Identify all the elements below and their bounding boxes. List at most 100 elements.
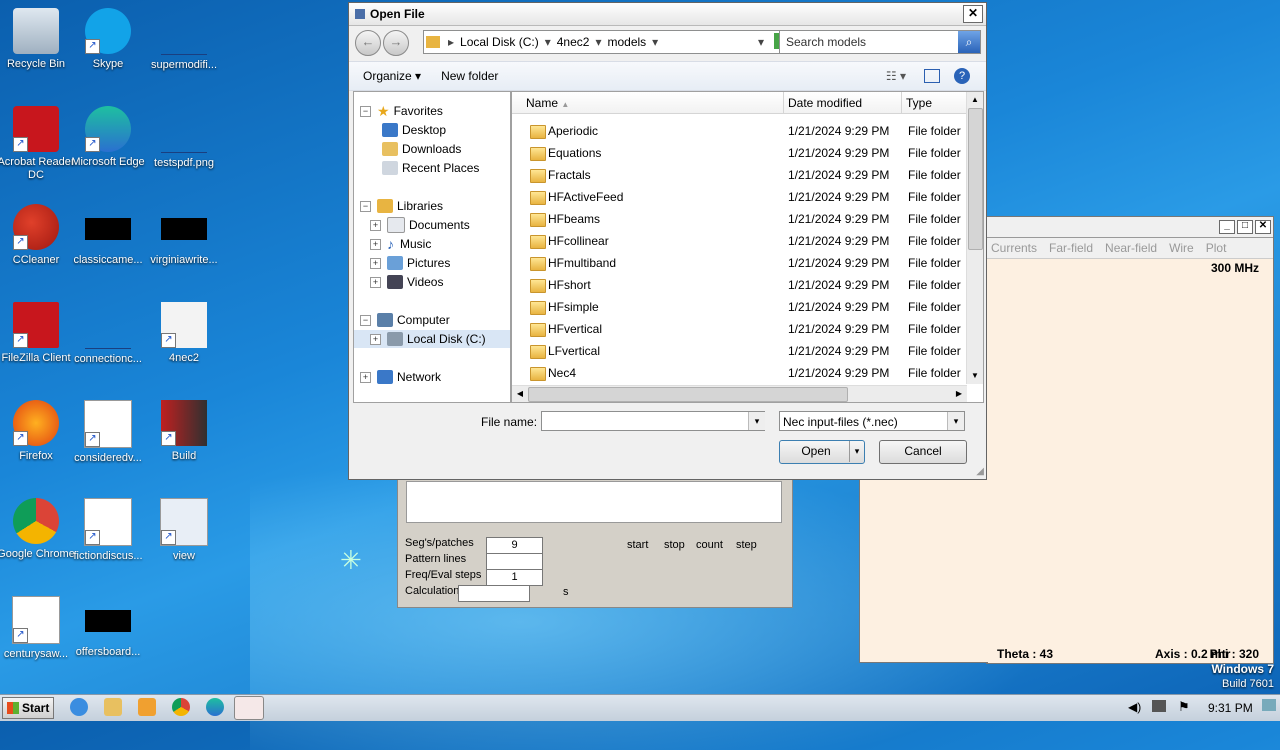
tray-speaker-icon[interactable]: ◀) (1128, 700, 1141, 714)
tray-flag-icon[interactable]: ⚑ (1178, 699, 1190, 715)
chevron-down-icon[interactable]: ▾ (947, 412, 964, 430)
file-name-input[interactable] (541, 411, 765, 431)
desktop-icon-centurysaw[interactable]: ↗ centurysaw... (0, 596, 76, 661)
desktop-icon-4nec2[interactable]: ↗ 4nec2 (144, 302, 224, 365)
desktop-icon-classiccame[interactable]: classiccame... (68, 204, 148, 267)
edge-icon[interactable] (206, 698, 224, 716)
file-row[interactable]: Equations 1/21/2024 9:29 PM File folder (512, 142, 967, 164)
media-player-icon[interactable] (138, 698, 156, 716)
explorer-icon[interactable] (104, 698, 122, 716)
cancel-button[interactable]: Cancel (879, 440, 967, 464)
menu-wire[interactable]: Wire (1169, 241, 1194, 255)
file-type-select[interactable]: Nec input-files (*.nec) ▾ (779, 411, 965, 431)
h-scroll-thumb[interactable] (528, 387, 848, 402)
expand-icon[interactable]: + (370, 257, 381, 269)
file-row[interactable]: Fractals 1/21/2024 9:29 PM File folder (512, 164, 967, 186)
breadcrumb-local-disk[interactable]: Local Disk (C:) (460, 35, 539, 49)
file-name-dropdown-icon[interactable]: ▾ (748, 412, 765, 430)
desktop-icon-supermodifi[interactable]: supermodifi... (144, 8, 224, 72)
tree-videos[interactable]: + Videos (370, 273, 443, 291)
collapse-icon[interactable]: − (360, 200, 371, 212)
desktop-icon-fictiondiscus[interactable]: ↗ fictiondiscus... (68, 498, 148, 563)
freq-steps-field[interactable]: 1 (486, 569, 543, 586)
4nec2-taskbar-icon[interactable] (234, 696, 264, 720)
start-button[interactable]: Start (2, 697, 54, 719)
desktop-icon-connectionc[interactable]: connectionc... (68, 302, 148, 366)
new-folder-button[interactable]: New folder (441, 69, 498, 83)
collapse-icon[interactable]: − (360, 105, 371, 117)
breadcrumb-4nec2[interactable]: 4nec2 (557, 35, 590, 49)
expand-icon[interactable]: + (370, 238, 381, 250)
organize-button[interactable]: Organize ▾ (363, 69, 421, 83)
desktop-icon-consideredv[interactable]: ↗ consideredv... (68, 400, 148, 465)
file-row[interactable]: HFcollinear 1/21/2024 9:29 PM File folder (512, 230, 967, 252)
menu-near-field[interactable]: Near-field (1105, 241, 1157, 255)
maximize-button[interactable]: □ (1237, 220, 1253, 234)
resize-grip-icon[interactable]: ◢ (976, 466, 984, 477)
desktop-icon-microsoft-edge[interactable]: ↗ Microsoft Edge (68, 106, 148, 169)
desktop-icon-skype[interactable]: ↗ Skype (68, 8, 148, 71)
close-button[interactable]: ✕ (1255, 220, 1271, 234)
file-row[interactable]: LFvertical 1/21/2024 9:29 PM File folder (512, 340, 967, 362)
expand-icon[interactable]: + (370, 219, 381, 231)
scroll-thumb[interactable] (968, 108, 983, 250)
scroll-right-arrow[interactable]: ▶ (951, 386, 967, 402)
desktop-icon-google-chrome[interactable]: Google Chrome (0, 498, 76, 561)
open-button[interactable]: Open ▾ (779, 440, 865, 464)
search-box[interactable]: Search models ⌕ (779, 30, 981, 54)
scroll-up-arrow[interactable]: ▲ (967, 92, 983, 108)
file-row[interactable]: Nec4 1/21/2024 9:29 PM File folder (512, 362, 967, 384)
desktop-icon-recycle-bin[interactable]: Recycle Bin (0, 8, 76, 71)
preview-pane-icon[interactable] (924, 69, 940, 83)
tree-libraries[interactable]: − Libraries (360, 197, 443, 215)
search-icon[interactable]: ⌕ (958, 31, 980, 53)
file-row[interactable]: HFsimple 1/21/2024 9:29 PM File folder (512, 296, 967, 318)
desktop-icon-virginiawrite[interactable]: virginiawrite... (144, 204, 224, 267)
minimize-button[interactable]: _ (1219, 220, 1235, 234)
menu-plot[interactable]: Plot (1206, 241, 1227, 255)
vertical-scrollbar[interactable]: ▲ ▼ (966, 92, 983, 384)
tree-music[interactable]: + ♪ Music (370, 235, 431, 253)
desktop-icon-filezilla[interactable]: ↗ FileZilla Client (0, 302, 76, 365)
tray-network-icon[interactable] (1152, 700, 1166, 712)
scroll-left-arrow[interactable]: ◀ (512, 386, 528, 402)
desktop-icon-acrobat-reader[interactable]: ↗ Acrobat Reader DC (0, 106, 76, 182)
open-split-arrow-icon[interactable]: ▾ (849, 441, 864, 462)
horizontal-scrollbar[interactable]: ◀ ▶ (512, 385, 967, 402)
tree-favorites[interactable]: − ★ Favorites (360, 102, 443, 120)
desktop-icon-build[interactable]: ↗ Build (144, 400, 224, 463)
chrome-icon[interactable] (172, 698, 190, 716)
search-input[interactable]: Search models (780, 35, 866, 49)
file-row[interactable]: HFmultiband 1/21/2024 9:29 PM File folder (512, 252, 967, 274)
address-dropdown-icon[interactable]: ▾ (758, 35, 764, 49)
desktop-icon-offersboard[interactable]: offersboard... (68, 596, 148, 659)
forward-button[interactable]: → (383, 30, 409, 56)
file-row[interactable]: HFbeams 1/21/2024 9:29 PM File folder (512, 208, 967, 230)
menu-currents[interactable]: Currents (991, 241, 1037, 255)
segs-field[interactable]: 9 (486, 537, 543, 554)
back-button[interactable]: ← (355, 30, 381, 56)
tree-network[interactable]: + Network (360, 368, 441, 386)
show-desktop-icon[interactable] (1262, 699, 1276, 711)
column-header-date[interactable]: Date modified (784, 92, 902, 114)
tree-desktop[interactable]: Desktop (382, 121, 446, 139)
expand-icon[interactable]: + (360, 371, 371, 383)
desktop-icon-view[interactable]: ↗ view (144, 498, 224, 563)
help-icon[interactable]: ? (954, 68, 970, 84)
tree-downloads[interactable]: Downloads (382, 140, 461, 158)
desktop-icon-ccleaner[interactable]: ↗ CCleaner (0, 204, 76, 267)
column-header-type[interactable]: Type (902, 92, 967, 114)
expand-icon[interactable]: + (370, 276, 381, 288)
tree-pictures[interactable]: + Pictures (370, 254, 450, 272)
ie-icon[interactable] (70, 698, 88, 716)
column-header-name[interactable]: Name ▲ (512, 92, 784, 114)
address-bar[interactable]: ▸ Local Disk (C:) ▾ 4nec2 ▾ models ▾ ▾ ⇆ (423, 30, 795, 54)
pattern-field[interactable] (486, 553, 543, 570)
file-row[interactable]: HFActiveFeed 1/21/2024 9:29 PM File folder (512, 186, 967, 208)
file-row[interactable]: HFshort 1/21/2024 9:29 PM File folder (512, 274, 967, 296)
menu-far-field[interactable]: Far-field (1049, 241, 1093, 255)
desktop-icon-firefox[interactable]: ↗ Firefox (0, 400, 76, 463)
clock[interactable]: 9:31 PM (1208, 701, 1253, 715)
file-row[interactable]: Aperiodic 1/21/2024 9:29 PM File folder (512, 120, 967, 142)
expand-icon[interactable]: + (370, 333, 381, 345)
